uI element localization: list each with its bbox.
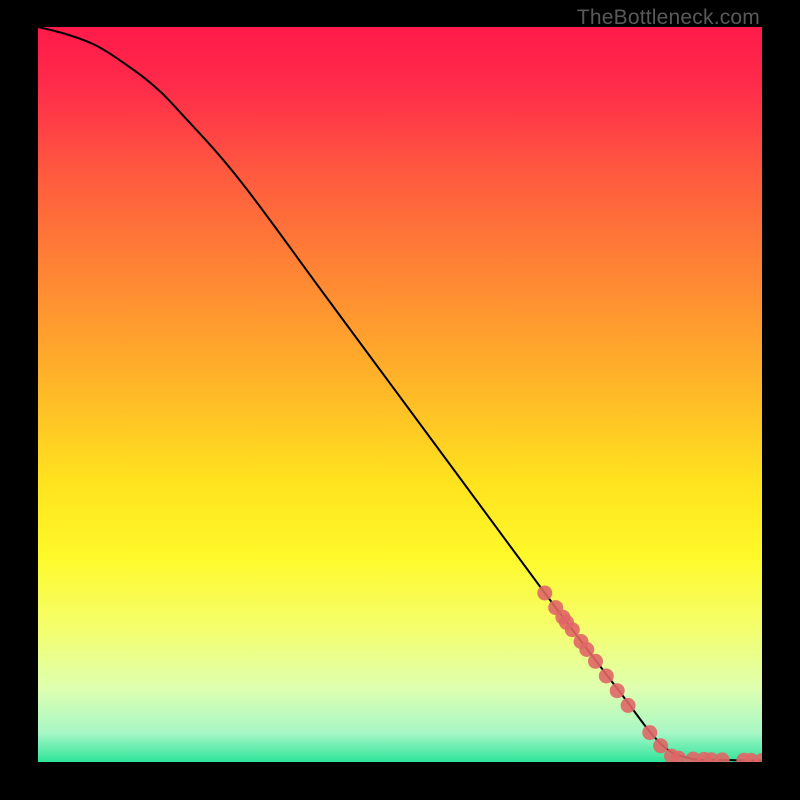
chart-frame xyxy=(38,27,762,762)
scatter-dot xyxy=(599,669,614,684)
scatter-dot xyxy=(653,738,668,753)
scatter-dot xyxy=(610,683,625,698)
scatter-dot xyxy=(621,698,636,713)
scatter-dot xyxy=(537,586,552,601)
scatter-dot xyxy=(588,654,603,669)
chart-background xyxy=(38,27,762,762)
chart-svg xyxy=(38,27,762,762)
scatter-dot xyxy=(642,725,657,740)
